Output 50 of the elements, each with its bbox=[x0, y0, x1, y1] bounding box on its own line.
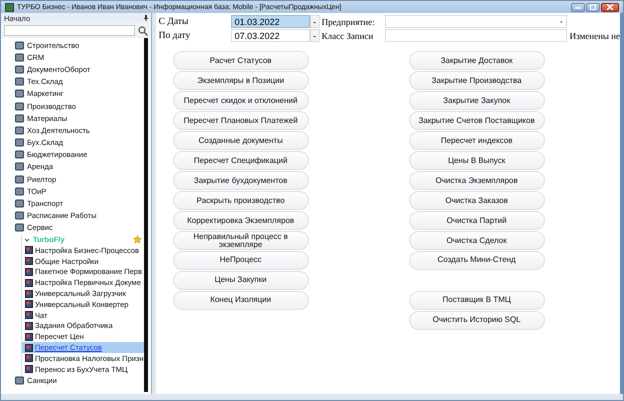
maximize-button[interactable] bbox=[586, 2, 600, 12]
action-button[interactable]: Расчет Статусов bbox=[172, 51, 309, 70]
action-button[interactable]: Очистка Сделок bbox=[408, 230, 545, 250]
chevron-icon[interactable] bbox=[24, 236, 30, 242]
clear-button[interactable]: - bbox=[310, 15, 320, 28]
date-field[interactable]: 07.03.2022 bbox=[230, 29, 310, 42]
action-button[interactable]: Корректировка Экземпляров bbox=[172, 210, 309, 230]
action-button[interactable]: Пересчет Спецификаций bbox=[172, 150, 309, 170]
action-button[interactable]: Очистить Историю SQL bbox=[408, 310, 545, 330]
action-button[interactable]: Пересчет Плановых Платежей bbox=[172, 110, 309, 130]
action-button[interactable]: Очистка Экземпляров bbox=[408, 170, 545, 190]
action-button[interactable]: Раскрыть производство bbox=[172, 190, 309, 210]
action-button[interactable]: Экземпляры в Позиции bbox=[172, 70, 309, 90]
action-button[interactable]: Цены В Выпуск bbox=[408, 150, 545, 170]
action-button[interactable]: Очистка Партий bbox=[408, 210, 545, 230]
action-button[interactable]: Очистка Заказов bbox=[408, 190, 545, 210]
star-icon[interactable] bbox=[132, 235, 142, 244]
action-button[interactable]: Конец Изоляции bbox=[172, 290, 309, 310]
field-label: Предприятие: bbox=[322, 16, 376, 26]
maximize-icon bbox=[589, 4, 597, 10]
search-field[interactable] bbox=[4, 25, 135, 36]
scrollbar[interactable] bbox=[144, 38, 148, 392]
action-button[interactable]: Цены Закупки bbox=[172, 270, 309, 290]
action-button[interactable]: Закрытие Счетов Поставщиков bbox=[408, 110, 545, 130]
pin-icon[interactable] bbox=[144, 15, 148, 21]
minimize-button[interactable] bbox=[571, 2, 585, 12]
action-button[interactable]: Закрытие Производства bbox=[408, 70, 545, 90]
module-icon bbox=[15, 376, 24, 386]
action-button[interactable]: НеПроцесс bbox=[172, 250, 309, 270]
search-icon[interactable] bbox=[138, 26, 148, 36]
field-label: Изменены не bbox=[570, 30, 620, 40]
action-button[interactable]: Закрытие Закупок bbox=[408, 90, 545, 110]
action-button[interactable]: Созданные документы bbox=[172, 130, 309, 150]
app-icon bbox=[5, 2, 14, 12]
close-button[interactable] bbox=[601, 2, 619, 12]
field-label: С Даты bbox=[158, 16, 190, 26]
action-button[interactable]: Закрытие бухдокументов bbox=[172, 170, 309, 190]
action-button[interactable]: Пересчет скидок и отклонений bbox=[172, 90, 309, 110]
field-label: Класс Записи bbox=[322, 30, 374, 40]
record-class-field[interactable] bbox=[384, 29, 567, 42]
close-icon bbox=[606, 4, 614, 10]
date-field[interactable]: 01.03.2022 bbox=[230, 15, 310, 28]
action-button[interactable]: Пересчет индексов bbox=[408, 130, 545, 150]
action-button[interactable]: Неправильный процесс в экземпляре bbox=[172, 230, 309, 250]
enterprise-field[interactable]: - bbox=[384, 15, 567, 28]
action-button[interactable]: Создать Мини-Стенд bbox=[408, 250, 545, 270]
clear-button[interactable]: - bbox=[310, 29, 320, 42]
field-label: По дату bbox=[158, 30, 192, 40]
action-button[interactable]: Закрытие Доставок bbox=[408, 51, 545, 70]
action-button[interactable]: Поставщик В ТМЦ bbox=[408, 290, 545, 310]
